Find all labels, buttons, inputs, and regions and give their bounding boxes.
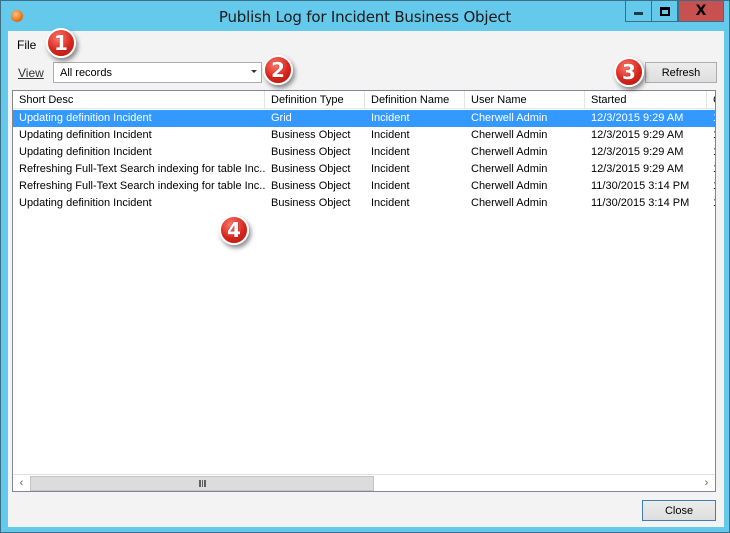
minimize-button[interactable]	[625, 1, 652, 22]
column-header-user-name[interactable]: User Name	[465, 91, 585, 109]
cell-definition-type: Business Object	[271, 163, 351, 175]
close-icon: X	[695, 3, 707, 19]
cell-truncated: 1	[707, 195, 715, 212]
callout-badge-2: 2	[263, 55, 293, 85]
window-close-button[interactable]: X	[678, 1, 724, 22]
cell-short-desc: Updating definition Incident	[19, 197, 152, 209]
cell-short-desc: Updating definition Incident	[19, 146, 152, 158]
refresh-button[interactable]: Refresh	[645, 62, 717, 83]
close-button[interactable]: Close	[642, 500, 716, 521]
grip-icon	[198, 480, 206, 487]
cell-started: 11/30/2015 3:14 PM	[591, 180, 690, 192]
table-row[interactable]: Updating definition Incident Business Ob…	[13, 195, 715, 212]
cell-definition-type: Business Object	[271, 129, 351, 141]
column-header-definition-type[interactable]: Definition Type	[265, 91, 365, 109]
cell-short-desc: Updating definition Incident	[19, 129, 152, 141]
cell-user-name: Cherwell Admin	[471, 129, 548, 141]
publish-log-grid[interactable]: Short Desc Definition Type Definition Na…	[12, 90, 716, 492]
cell-definition-name: Incident	[371, 163, 410, 175]
view-label: View	[18, 66, 44, 80]
chevron-left-icon: ‹	[19, 477, 24, 489]
table-row[interactable]: Updating definition Incident Business Ob…	[13, 127, 715, 144]
cell-user-name: Cherwell Admin	[471, 197, 548, 209]
maximize-icon	[659, 6, 670, 16]
cell-short-desc: Refreshing Full-Text Search indexing for…	[19, 180, 265, 192]
title-bar[interactable]: Publish Log for Incident Business Object…	[1, 1, 729, 31]
callout-badge-4: 4	[219, 215, 249, 245]
cell-user-name: Cherwell Admin	[471, 163, 548, 175]
cell-started: 12/3/2015 9:29 AM	[591, 129, 684, 141]
cell-truncated: 1	[707, 127, 715, 144]
cell-definition-name: Incident	[371, 197, 410, 209]
cell-definition-type: Business Object	[271, 180, 351, 192]
cell-truncated: 1	[707, 110, 715, 127]
cell-short-desc: Updating definition Incident	[19, 112, 152, 124]
cell-definition-type: Business Object	[271, 197, 351, 209]
cell-short-desc: Refreshing Full-Text Search indexing for…	[19, 163, 265, 175]
view-select-value: All records	[60, 67, 112, 79]
grid-header: Short Desc Definition Type Definition Na…	[13, 91, 715, 109]
maximize-button[interactable]	[651, 1, 678, 22]
cell-started: 11/30/2015 3:14 PM	[591, 197, 690, 209]
column-header-truncated[interactable]: C	[707, 91, 715, 109]
dialog-body: File View All records Refresh Short Desc…	[8, 31, 724, 527]
callout-badge-3: 3	[614, 57, 644, 87]
chevron-down-icon	[251, 70, 257, 73]
cell-truncated: 1	[707, 161, 715, 178]
table-row[interactable]: Updating definition Incident Grid Incide…	[13, 110, 715, 127]
cell-truncated: 1	[707, 144, 715, 161]
table-row[interactable]: Refreshing Full-Text Search indexing for…	[13, 178, 715, 195]
column-header-short-desc[interactable]: Short Desc	[13, 91, 265, 109]
cell-started: 12/3/2015 9:29 AM	[591, 146, 684, 158]
table-row[interactable]: Refreshing Full-Text Search indexing for…	[13, 161, 715, 178]
cell-user-name: Cherwell Admin	[471, 112, 548, 124]
scroll-left-button[interactable]: ‹	[13, 475, 30, 491]
callout-badge-1: 1	[46, 28, 76, 58]
cell-truncated: 1	[707, 178, 715, 195]
cell-definition-name: Incident	[371, 146, 410, 158]
window-title: Publish Log for Incident Business Object	[218, 8, 512, 26]
column-header-started[interactable]: Started	[585, 91, 707, 109]
menu-file[interactable]: File	[17, 38, 36, 52]
minimize-icon	[634, 12, 643, 15]
cell-started: 12/3/2015 9:29 AM	[591, 112, 684, 124]
horizontal-scrollbar[interactable]: ‹ ›	[13, 474, 715, 491]
chevron-right-icon: ›	[704, 477, 709, 489]
cell-started: 12/3/2015 9:29 AM	[591, 163, 684, 175]
cell-definition-name: Incident	[371, 129, 410, 141]
column-header-definition-name[interactable]: Definition Name	[365, 91, 465, 109]
cell-definition-name: Incident	[371, 180, 410, 192]
cell-user-name: Cherwell Admin	[471, 180, 548, 192]
scrollbar-thumb[interactable]	[30, 476, 374, 491]
publish-log-window: Publish Log for Incident Business Object…	[0, 0, 730, 533]
cell-definition-type: Business Object	[271, 146, 351, 158]
cell-definition-name: Incident	[371, 112, 410, 124]
table-row[interactable]: Updating definition Incident Business Ob…	[13, 144, 715, 161]
view-select[interactable]: All records	[53, 62, 262, 83]
cell-user-name: Cherwell Admin	[471, 146, 548, 158]
cell-definition-type: Grid	[271, 112, 292, 124]
scroll-right-button[interactable]: ›	[698, 475, 715, 491]
